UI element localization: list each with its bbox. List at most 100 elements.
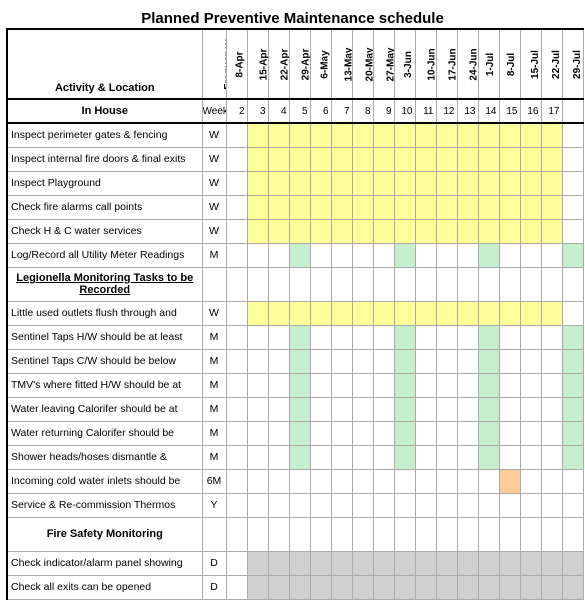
week-num: 4 (268, 99, 289, 123)
week-num: 3 (247, 99, 268, 123)
schedule-cell (310, 421, 331, 445)
schedule-cell (415, 171, 436, 195)
schedule-cell (268, 493, 289, 517)
schedule-cell (436, 171, 457, 195)
schedule-cell (226, 243, 247, 267)
schedule-cell (520, 243, 541, 267)
schedule-cell (394, 373, 415, 397)
schedule-cell (415, 445, 436, 469)
schedule-cell (310, 301, 331, 325)
schedule-cell (478, 301, 499, 325)
schedule-cell (394, 123, 415, 147)
blank (541, 267, 562, 301)
schedule-cell (352, 147, 373, 171)
schedule-cell (268, 551, 289, 575)
schedule-cell (520, 171, 541, 195)
frequency-cell: W (202, 147, 226, 171)
schedule-cell (520, 397, 541, 421)
schedule-cell (331, 349, 352, 373)
schedule-cell (247, 551, 268, 575)
schedule-cell (457, 195, 478, 219)
schedule-cell (373, 421, 394, 445)
blank (415, 267, 436, 301)
schedule-table: Activity & Location Frequency 8-Apr 15-A… (6, 28, 584, 600)
schedule-cell (331, 195, 352, 219)
schedule-cell (226, 373, 247, 397)
schedule-cell (562, 397, 583, 421)
schedule-cell (226, 575, 247, 599)
schedule-cell (499, 147, 520, 171)
schedule-cell (415, 397, 436, 421)
schedule-cell (247, 397, 268, 421)
schedule-cell (310, 171, 331, 195)
schedule-cell (436, 195, 457, 219)
schedule-cell (520, 219, 541, 243)
schedule-cell (520, 123, 541, 147)
schedule-cell (247, 421, 268, 445)
schedule-cell (268, 575, 289, 599)
schedule-cell (436, 325, 457, 349)
schedule-cell (562, 325, 583, 349)
schedule-cell (520, 147, 541, 171)
week-num: 11 (415, 99, 436, 123)
schedule-cell (289, 301, 310, 325)
schedule-cell (394, 349, 415, 373)
schedule-cell (541, 493, 562, 517)
schedule-cell (436, 147, 457, 171)
schedule-cell (457, 493, 478, 517)
blank (202, 267, 226, 301)
schedule-cell (289, 219, 310, 243)
header-date: 29-Jul (562, 29, 583, 99)
schedule-cell (352, 243, 373, 267)
schedule-cell (478, 325, 499, 349)
frequency-cell: M (202, 325, 226, 349)
schedule-cell (520, 575, 541, 599)
schedule-cell (247, 147, 268, 171)
schedule-cell (373, 575, 394, 599)
schedule-cell (541, 575, 562, 599)
schedule-cell (520, 551, 541, 575)
schedule-cell (499, 551, 520, 575)
schedule-cell (331, 469, 352, 493)
schedule-cell (268, 195, 289, 219)
schedule-cell (394, 575, 415, 599)
schedule-cell (226, 397, 247, 421)
week-num: 16 (520, 99, 541, 123)
schedule-cell (331, 301, 352, 325)
blank (289, 517, 310, 551)
header-date: 6-May (310, 29, 331, 99)
header-date: 15-Jul (520, 29, 541, 99)
schedule-cell (352, 373, 373, 397)
schedule-cell (520, 421, 541, 445)
blank (202, 517, 226, 551)
schedule-cell (478, 469, 499, 493)
schedule-cell (562, 123, 583, 147)
activity-label: Inspect perimeter gates & fencing (7, 123, 202, 147)
schedule-cell (541, 373, 562, 397)
schedule-cell (478, 551, 499, 575)
schedule-cell (436, 301, 457, 325)
schedule-cell (289, 349, 310, 373)
schedule-cell (352, 349, 373, 373)
schedule-cell (541, 469, 562, 493)
blank (478, 517, 499, 551)
schedule-cell (436, 575, 457, 599)
schedule-cell (331, 171, 352, 195)
schedule-cell (226, 469, 247, 493)
activity-label: Check all exits can be opened (7, 575, 202, 599)
schedule-cell (478, 445, 499, 469)
schedule-cell (394, 469, 415, 493)
schedule-cell (247, 469, 268, 493)
header-activity: Activity & Location (7, 29, 202, 99)
blank (247, 267, 268, 301)
schedule-cell (436, 469, 457, 493)
schedule-cell (352, 325, 373, 349)
schedule-cell (268, 373, 289, 397)
schedule-cell (268, 445, 289, 469)
schedule-cell (226, 219, 247, 243)
activity-label: Log/Record all Utility Meter Readings (7, 243, 202, 267)
schedule-cell (541, 123, 562, 147)
week-num: 6 (310, 99, 331, 123)
blank (436, 517, 457, 551)
schedule-cell (499, 373, 520, 397)
